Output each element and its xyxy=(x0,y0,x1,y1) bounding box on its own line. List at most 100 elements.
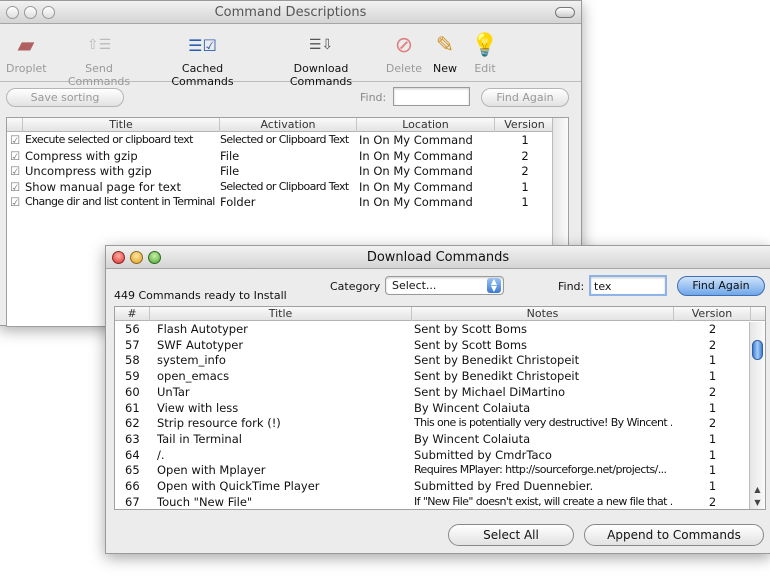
cell-number: 59 xyxy=(125,369,140,384)
cell-title: Open with Mplayer xyxy=(157,463,266,478)
cell-title: Uncompress with gzip xyxy=(25,164,152,179)
table-row[interactable]: 67 Touch "New File" If "New File" doesn't … xyxy=(115,494,765,509)
cell-version: 1 xyxy=(521,133,529,147)
table-row[interactable]: 59 open_emacs Sent by Benedikt Christopeit… xyxy=(115,369,765,384)
find-input[interactable]: tex xyxy=(589,275,667,296)
find-again-button[interactable]: Find Again xyxy=(481,88,569,107)
cell-notes: This one is potentially very destructive… xyxy=(414,416,672,430)
download-commands-button[interactable]: ☰⇩ Download Commands xyxy=(262,28,380,88)
column-header-title[interactable]: Title xyxy=(23,118,220,132)
cell-title: SWF Autotyper xyxy=(157,337,244,352)
table-row[interactable]: ☑ Execute selected or clipboard text Selec… xyxy=(7,133,568,148)
cell-notes: Sent by Michael DiMartino xyxy=(414,384,566,399)
pencil-icon: ✎ xyxy=(435,32,455,58)
find-label: Find: xyxy=(558,280,585,293)
table-row[interactable]: ☑ Change dir and list content in Terminal… xyxy=(7,195,568,210)
append-to-commands-button[interactable]: Append to Commands xyxy=(584,524,764,546)
close-button[interactable] xyxy=(6,6,19,19)
scroll-up-arrow[interactable]: ▲ xyxy=(750,485,765,494)
cell-version: 1 xyxy=(708,353,717,368)
save-sorting-button[interactable]: Save sorting xyxy=(6,88,124,107)
column-header-version[interactable]: Version xyxy=(495,118,555,132)
cell-title: /. xyxy=(157,447,165,462)
cell-number: 63 xyxy=(125,431,140,446)
table-row[interactable]: 64 /. Submitted by CmdrTaco 1 xyxy=(115,448,765,463)
table-row[interactable]: 62 Strip resource fork (!) This one is pot… xyxy=(115,416,765,431)
cell-version: 2 xyxy=(521,148,529,163)
cell-notes: Requires MPlayer: http://sourceforge.net… xyxy=(414,463,667,477)
table-row[interactable]: 63 Tail in Terminal By Wincent Colaiuta 1 xyxy=(115,432,765,447)
cell-location: In On My Command xyxy=(359,133,473,147)
cell-title: system_info xyxy=(157,353,226,368)
table-row[interactable]: ☑ Show manual page for text Selected or Cl… xyxy=(7,180,568,195)
cell-number: 60 xyxy=(125,384,140,399)
toolbar-toggle-button[interactable] xyxy=(555,7,575,18)
cached-commands-button[interactable]: ☰☑ Cached Commands xyxy=(151,28,254,89)
column-header-version[interactable]: Version xyxy=(674,307,751,321)
table-row[interactable]: 65 Open with Mplayer Requires MPlayer: htt… xyxy=(115,463,765,478)
scrollbar-thumb[interactable] xyxy=(752,340,763,360)
zoom-button[interactable] xyxy=(42,6,55,19)
select-all-button[interactable]: Select All xyxy=(448,524,574,546)
minimize-button[interactable] xyxy=(24,6,37,19)
table-row[interactable]: ☑ Compress with gzip File In On My Command 2 xyxy=(7,149,568,164)
cell-number: 67 xyxy=(125,494,140,509)
minimize-button[interactable] xyxy=(130,251,143,264)
download-commands-window: Download Commands 449 Commands ready to … xyxy=(105,245,770,554)
cell-notes: Sent by Benedikt Christopeit xyxy=(414,353,580,368)
table-row[interactable]: 60 UnTar Sent by Michael DiMartino 2 xyxy=(115,385,765,400)
cell-activation: File xyxy=(220,148,240,163)
title-bar[interactable]: Command Descriptions xyxy=(0,1,581,24)
find-again-button[interactable]: Find Again xyxy=(677,276,765,296)
cell-version: 2 xyxy=(708,494,717,509)
scrollbar[interactable]: ▲ ▼ xyxy=(749,322,765,509)
column-header-location[interactable]: Location xyxy=(357,118,495,132)
cell-title: Change dir and list content in Terminal xyxy=(25,195,215,209)
table-row[interactable]: 66 Open with QuickTime Player Submitted by… xyxy=(115,479,765,494)
column-header-activation[interactable]: Activation xyxy=(220,118,357,132)
table-row[interactable]: 56 Flash Autotyper Sent by Scott Boms 2 xyxy=(115,322,765,337)
cell-number: 62 xyxy=(125,416,140,431)
edit-button[interactable]: 💡 Edit xyxy=(470,28,500,76)
cell-version: 1 xyxy=(708,369,717,384)
cell-number: 57 xyxy=(125,337,140,352)
cell-version: 2 xyxy=(708,384,717,399)
checkbox[interactable]: ☑ xyxy=(10,149,22,163)
cell-title: UnTar xyxy=(157,384,190,399)
new-button[interactable]: ✎ New xyxy=(430,28,460,76)
cell-title: open_emacs xyxy=(157,369,230,384)
checkbox[interactable]: ☑ xyxy=(10,195,22,209)
cell-location: In On My Command xyxy=(359,179,473,194)
table-row[interactable]: 57 SWF Autotyper Sent by Scott Boms 2 xyxy=(115,338,765,353)
droplet-button[interactable]: ▰ Droplet xyxy=(6,28,47,76)
checkbox[interactable]: ☑ xyxy=(10,133,22,147)
window-title: Download Commands xyxy=(366,250,510,265)
checkbox[interactable]: ☑ xyxy=(10,180,22,194)
checkbox[interactable]: ☑ xyxy=(10,164,22,178)
cell-version: 2 xyxy=(708,416,717,431)
column-header-number[interactable]: # xyxy=(115,307,150,321)
column-header-check[interactable] xyxy=(7,118,23,132)
download-commands-icon: ☰⇩ xyxy=(308,37,334,53)
send-commands-button[interactable]: ⇧☰ Send Commands xyxy=(53,28,145,88)
title-bar[interactable]: Download Commands xyxy=(106,246,770,269)
cell-version: 2 xyxy=(521,164,529,179)
find-input[interactable] xyxy=(393,87,470,106)
close-button[interactable] xyxy=(112,251,125,264)
label: Edit xyxy=(474,62,496,75)
scroll-down-arrow[interactable]: ▼ xyxy=(750,498,765,507)
column-header-title[interactable]: Title xyxy=(150,307,412,321)
table-header: Title Activation Location Version xyxy=(7,118,568,132)
zoom-button[interactable] xyxy=(148,251,161,264)
delete-button[interactable]: ⊘ Delete xyxy=(385,28,423,76)
table-row[interactable]: 58 system_info Sent by Benedikt Christopei… xyxy=(115,353,765,368)
column-header-notes[interactable]: Notes xyxy=(412,307,674,321)
table-row[interactable]: ☑ Uncompress with gzip File In On My Comman… xyxy=(7,164,568,179)
cell-notes: Sent by Scott Boms xyxy=(414,322,528,336)
cell-version: 1 xyxy=(521,195,529,210)
cell-version: 1 xyxy=(708,431,717,446)
cell-activation: File xyxy=(220,164,240,179)
table-row[interactable]: 61 View with less By Wincent Colaiuta 1 xyxy=(115,401,765,416)
category-select[interactable]: Select... ▲ ▼ xyxy=(385,276,504,295)
toolbar: ▰ Droplet ⇧☰ Send Commands ☰☑ Cached Comman… xyxy=(0,24,581,88)
